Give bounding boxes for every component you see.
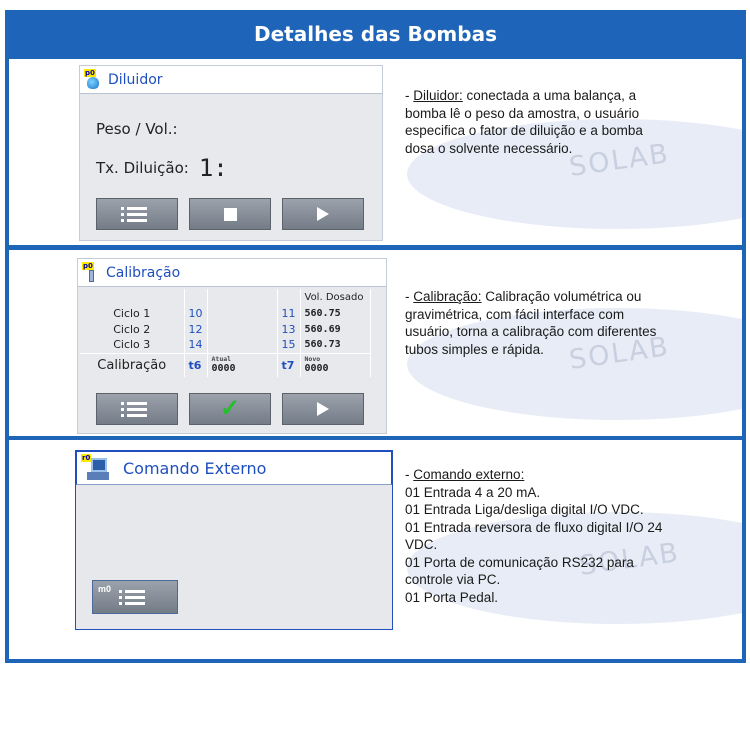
- m0-badge: m0: [98, 584, 112, 594]
- calibracao-term: Calibração:: [413, 289, 482, 304]
- t7-label: t7: [277, 353, 301, 377]
- confirm-button[interactable]: ✓: [189, 393, 271, 425]
- menu-button[interactable]: m0: [92, 580, 178, 614]
- diluidor-screen-title: Diluidor: [108, 71, 163, 88]
- list-item: 01 Entrada 4 a 20 mA.: [405, 484, 541, 500]
- row-calibracao: SOLAB p0 Calibração Vol. Dosado Ciclo 1 …: [9, 250, 742, 436]
- vol-dosado-header: Vol. Dosado: [300, 289, 371, 305]
- main-frame: Detalhes das Bombas SOLAB p0 Diluidor Pe…: [5, 10, 746, 663]
- calibracao-values-row: Calibração t6 Atual 0000 t7 Novo 0000: [80, 353, 371, 377]
- tube-icon: p0: [82, 261, 100, 282]
- calibracao-table: Vol. Dosado Ciclo 1 10 11 560.75 Ciclo 2…: [80, 289, 371, 377]
- menu-list-icon: [121, 401, 147, 417]
- comando-term: Comando externo:: [413, 467, 525, 482]
- diluidor-titlebar: p0 Diluidor: [80, 66, 382, 94]
- stop-icon: [223, 207, 237, 221]
- list-item: 01 Entrada reversora de fluxo digital I/…: [405, 519, 663, 553]
- novo-value: 0000: [304, 363, 329, 375]
- menu-button[interactable]: [96, 393, 178, 425]
- list-item: 01 Porta de comunicação RS232 para contr…: [405, 554, 634, 588]
- tx-diluicao-value: 1:: [198, 154, 228, 182]
- calibracao-screen: p0 Calibração Vol. Dosado Ciclo 1 10 11 …: [77, 258, 387, 434]
- row-comando-externo: SOLAB r0 Comando Externo m0 - Comando ex…: [9, 440, 742, 659]
- comando-titlebar: r0 Comando Externo: [76, 451, 392, 485]
- play-icon: [317, 207, 329, 221]
- play-button[interactable]: [282, 198, 364, 230]
- flask-icon: p0: [84, 68, 102, 89]
- diluidor-term: Diluidor:: [413, 88, 463, 103]
- play-button[interactable]: [282, 393, 364, 425]
- novo-field[interactable]: Novo 0000: [300, 353, 371, 377]
- page-title: Detalhes das Bombas: [254, 22, 497, 46]
- tx-diluicao-label: Tx. Diluição:: [96, 159, 189, 177]
- table-row: Ciclo 1 10 11 560.75: [80, 305, 371, 321]
- check-icon: ✓: [219, 395, 241, 422]
- table-row: Ciclo 3 14 15 560.73: [80, 337, 371, 354]
- calibracao-titlebar: p0 Calibração: [78, 259, 386, 287]
- atual-field[interactable]: Atual 0000: [207, 353, 278, 377]
- diluidor-screen: p0 Diluidor Peso / Vol.: Tx. Diluição: 1…: [79, 65, 383, 241]
- comando-description: - Comando externo: 01 Entrada 4 a 20 mA.…: [405, 466, 667, 606]
- list-item: 01 Porta Pedal.: [405, 589, 499, 605]
- calibracao-button-bar: ✓: [96, 393, 364, 425]
- atual-label: Atual: [211, 355, 232, 364]
- diluidor-button-bar: [96, 198, 364, 230]
- peso-label: Peso / Vol.:: [96, 120, 178, 138]
- menu-list-icon: [119, 589, 145, 605]
- menu-button[interactable]: [96, 198, 178, 230]
- menu-list-icon: [121, 206, 147, 222]
- stop-button[interactable]: [189, 198, 271, 230]
- table-row: Ciclo 2 12 13 560.69: [80, 321, 371, 337]
- calibracao-description: - Calibração: Calibração volumétrica ou …: [405, 289, 657, 357]
- comando-screen-title: Comando Externo: [123, 458, 267, 478]
- diluidor-description: - Diluidor: conectada a uma balança, a b…: [405, 88, 643, 156]
- comando-screen: r0 Comando Externo m0: [75, 450, 393, 630]
- play-icon: [317, 402, 329, 416]
- calibracao-screen-title: Calibração: [106, 264, 181, 281]
- row-diluidor: SOLAB p0 Diluidor Peso / Vol.: Tx. Dilui…: [9, 59, 742, 245]
- calibracao-label: Calibração: [80, 353, 185, 377]
- tx-diluicao-row: Tx. Diluição: 1:: [96, 154, 228, 182]
- t6-label: t6: [184, 353, 208, 377]
- list-item: 01 Entrada Liga/desliga digital I/O VDC.: [405, 502, 644, 517]
- computer-icon: r0: [81, 454, 111, 482]
- atual-value: 0000: [211, 363, 236, 375]
- novo-label: Novo: [304, 355, 321, 364]
